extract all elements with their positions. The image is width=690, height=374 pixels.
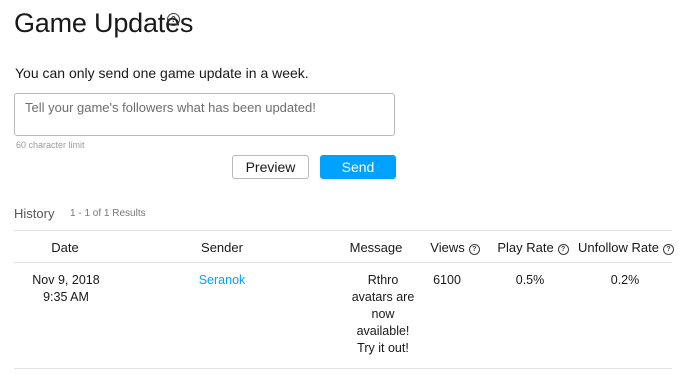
column-header-unfollow-rate-label: Unfollow Rate [578, 240, 659, 255]
column-header-message: Message [349, 240, 403, 255]
unfollow-rate-help-icon[interactable]: ? [662, 244, 674, 255]
table-top-divider [14, 230, 672, 231]
table-cell-date: Nov 9, 2018 9:35 AM [24, 272, 108, 306]
update-date: Nov 9, 2018 [32, 273, 100, 287]
table-cell-sender: Seranok [185, 272, 259, 289]
column-header-views: Views? [424, 240, 486, 255]
column-header-play-rate: Play Rate? [488, 240, 578, 255]
weekly-limit-notice: You can only send one game update in a w… [15, 65, 309, 81]
history-heading: History [14, 206, 55, 221]
help-icon[interactable]: ? [167, 13, 180, 26]
table-cell-play-rate: 0.5% [515, 273, 545, 287]
table-cell-message: Rthro avatars are now available! Try it … [351, 273, 415, 355]
page-title: Game Updates [14, 8, 194, 38]
sender-link[interactable]: Seranok [199, 273, 246, 287]
play-rate-help-icon[interactable]: ? [557, 244, 569, 255]
table-bottom-divider [14, 368, 672, 369]
history-results-count: 1 - 1 of 1 Results [70, 208, 146, 219]
update-time: 9:35 AM [43, 290, 89, 304]
column-header-play-rate-label: Play Rate [497, 240, 554, 255]
column-header-unfollow-rate: Unfollow Rate? [570, 240, 682, 255]
game-update-input[interactable] [14, 93, 395, 136]
send-button[interactable]: Send [320, 155, 396, 179]
table-header-divider [14, 262, 672, 263]
table-cell-unfollow-rate: 0.2% [610, 273, 640, 287]
views-help-icon[interactable]: ? [468, 244, 480, 255]
character-limit-hint: 60 character limit [16, 140, 85, 150]
column-header-views-label: Views [430, 240, 465, 255]
preview-button[interactable]: Preview [232, 155, 309, 179]
table-cell-views: 6100 [433, 273, 461, 287]
column-header-date: Date [51, 240, 79, 255]
column-header-sender: Sender [201, 240, 243, 255]
